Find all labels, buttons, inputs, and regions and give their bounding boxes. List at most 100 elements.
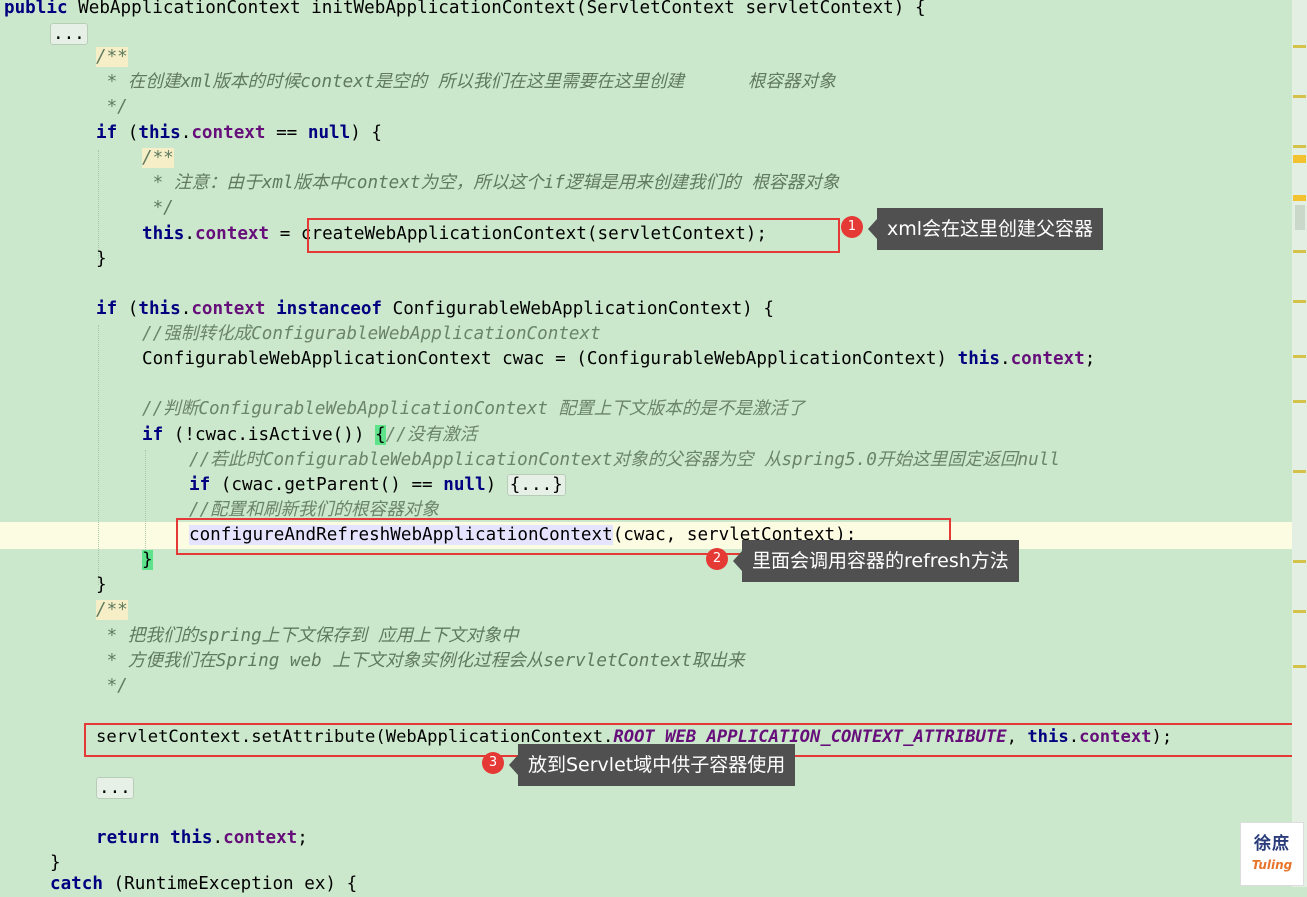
scroll-marker bbox=[1293, 95, 1306, 98]
code-text: (!cwac.isActive()) bbox=[163, 425, 376, 445]
keyword: public bbox=[4, 0, 68, 18]
field: context bbox=[1010, 349, 1085, 369]
doc-comment-line: * 注意：由于xml版本中context为空，所以这个if逻辑是用来创建我们的 … bbox=[142, 171, 840, 196]
comment-line: //强制转化成ConfigurableWebApplicationContext bbox=[142, 322, 601, 347]
doc-comment-line: */ bbox=[142, 196, 174, 221]
indent-guide bbox=[145, 450, 146, 560]
field: context bbox=[223, 828, 298, 848]
code-text: } bbox=[96, 249, 107, 269]
doc-comment: * 把我们的spring上下文保存到 应用上下文对象中 bbox=[96, 626, 519, 646]
doc-comment-line: * 把我们的spring上下文保存到 应用上下文对象中 bbox=[96, 624, 519, 649]
code-line[interactable]: } bbox=[142, 548, 153, 573]
code-text: } bbox=[96, 575, 107, 595]
keyword: return bbox=[96, 828, 160, 848]
scroll-marker bbox=[1293, 470, 1306, 473]
code-text: ; bbox=[1084, 349, 1096, 369]
watermark-brand: Tuling bbox=[1251, 858, 1293, 872]
scroll-marker bbox=[1293, 355, 1306, 358]
code-text: ) bbox=[485, 475, 507, 495]
code-line[interactable]: } bbox=[96, 247, 107, 272]
code-line[interactable]: ... bbox=[96, 776, 134, 801]
folded-code[interactable]: {...} bbox=[506, 474, 566, 496]
folded-code[interactable]: ... bbox=[50, 23, 88, 45]
scroll-thumb[interactable] bbox=[1295, 205, 1305, 230]
code-text: } bbox=[50, 853, 61, 873]
comment: //判断ConfigurableWebApplicationContext 配置… bbox=[142, 399, 805, 419]
scroll-marker bbox=[1293, 195, 1306, 201]
code-line-signature[interactable]: public WebApplicationContext initWebAppl… bbox=[4, 0, 926, 21]
comment-line: //若此时ConfigurableWebApplicationContext对象… bbox=[189, 448, 1060, 473]
keyword: null bbox=[307, 123, 351, 143]
code-text: WebApplicationContext initWebApplication… bbox=[67, 0, 926, 18]
code-text: ) { bbox=[350, 123, 383, 143]
doc-comment: /** bbox=[96, 47, 128, 67]
scroll-marker bbox=[1293, 250, 1306, 253]
doc-comment: */ bbox=[96, 676, 128, 696]
code-text: ConfigurableWebApplicationContext) { bbox=[382, 299, 774, 319]
annotation-callout-2: 里面会调用容器的refresh方法 bbox=[733, 540, 1019, 582]
keyword: this bbox=[142, 224, 185, 244]
scroll-marker bbox=[1293, 155, 1306, 163]
code-line[interactable]: if (this.context == null) { bbox=[96, 121, 382, 146]
keyword: this bbox=[957, 349, 1000, 369]
scroll-marker bbox=[1293, 400, 1306, 403]
doc-comment: */ bbox=[142, 198, 174, 218]
doc-comment-line: */ bbox=[96, 95, 128, 120]
code-text: == bbox=[265, 123, 308, 143]
indent-guide bbox=[98, 150, 99, 260]
annotation-badge-2: 2 bbox=[706, 548, 728, 570]
keyword: catch bbox=[50, 874, 103, 894]
field: context bbox=[191, 299, 266, 319]
scroll-marker bbox=[1293, 665, 1306, 668]
scroll-marker bbox=[1293, 300, 1306, 303]
code-text: . bbox=[180, 299, 192, 319]
scroll-marker bbox=[1293, 145, 1306, 148]
doc-comment: * 在创建xml版本的时候context是空的 所以我们在这里需要在这里创建 根… bbox=[96, 72, 836, 92]
comment: //强制转化成ConfigurableWebApplicationContext bbox=[142, 324, 601, 344]
doc-comment: /** bbox=[96, 600, 128, 620]
code-line[interactable]: if (!cwac.isActive()) {//没有激活 bbox=[142, 423, 477, 448]
comment: //若此时ConfigurableWebApplicationContext对象… bbox=[189, 450, 1060, 470]
keyword: this bbox=[138, 299, 181, 319]
doc-comment-line: /** bbox=[96, 45, 128, 70]
code-line[interactable]: ConfigurableWebApplicationContext cwac =… bbox=[142, 347, 1095, 372]
annotation-callout-1: xml会在这里创建父容器 bbox=[867, 208, 1104, 250]
code-text: . bbox=[212, 828, 224, 848]
indent-guide bbox=[98, 325, 99, 585]
annotation-badge-1: 1 bbox=[841, 216, 863, 238]
folded-code[interactable]: ... bbox=[96, 777, 134, 799]
code-line[interactable]: if (this.context instanceof Configurable… bbox=[96, 297, 774, 322]
code-text: (cwac.getParent() == bbox=[210, 475, 444, 495]
code-line[interactable]: return this.context; bbox=[96, 826, 308, 851]
scroll-marker bbox=[1293, 560, 1306, 563]
code-text: ( bbox=[117, 123, 139, 143]
doc-comment-line: /** bbox=[142, 146, 174, 171]
code-text: ConfigurableWebApplicationContext cwac =… bbox=[142, 349, 958, 369]
code-text: ( bbox=[117, 299, 139, 319]
keyword: instanceof bbox=[276, 299, 383, 319]
doc-comment: * 方便我们在Spring web 上下文对象实例化过程会从servletCon… bbox=[96, 651, 745, 671]
code-text: (RuntimeException ex) { bbox=[102, 874, 358, 894]
comment: //没有激活 bbox=[385, 425, 478, 445]
keyword: this bbox=[170, 828, 213, 848]
doc-comment-line: * 在创建xml版本的时候context是空的 所以我们在这里需要在这里创建 根… bbox=[96, 70, 836, 95]
code-line[interactable]: if (cwac.getParent() == null) {...} bbox=[189, 473, 566, 498]
code-line[interactable]: } bbox=[96, 573, 107, 598]
editor-scrollbar[interactable] bbox=[1292, 0, 1307, 887]
matched-brace: { bbox=[375, 425, 386, 445]
code-text: ; bbox=[297, 828, 308, 848]
doc-comment-line: */ bbox=[96, 674, 128, 699]
keyword: if bbox=[142, 425, 164, 445]
code-line[interactable]: catch (RuntimeException ex) { bbox=[50, 872, 357, 897]
keyword: this bbox=[138, 123, 181, 143]
field: context bbox=[194, 224, 270, 244]
keyword: if bbox=[96, 123, 118, 143]
annotation-callout-3: 放到Servlet域中供子容器使用 bbox=[508, 744, 796, 786]
doc-comment-line: * 方便我们在Spring web 上下文对象实例化过程会从servletCon… bbox=[96, 649, 745, 674]
code-text: = bbox=[269, 224, 301, 244]
code-text: . bbox=[1000, 349, 1011, 369]
keyword: if bbox=[189, 475, 211, 495]
code-line[interactable]: ... bbox=[50, 22, 88, 47]
